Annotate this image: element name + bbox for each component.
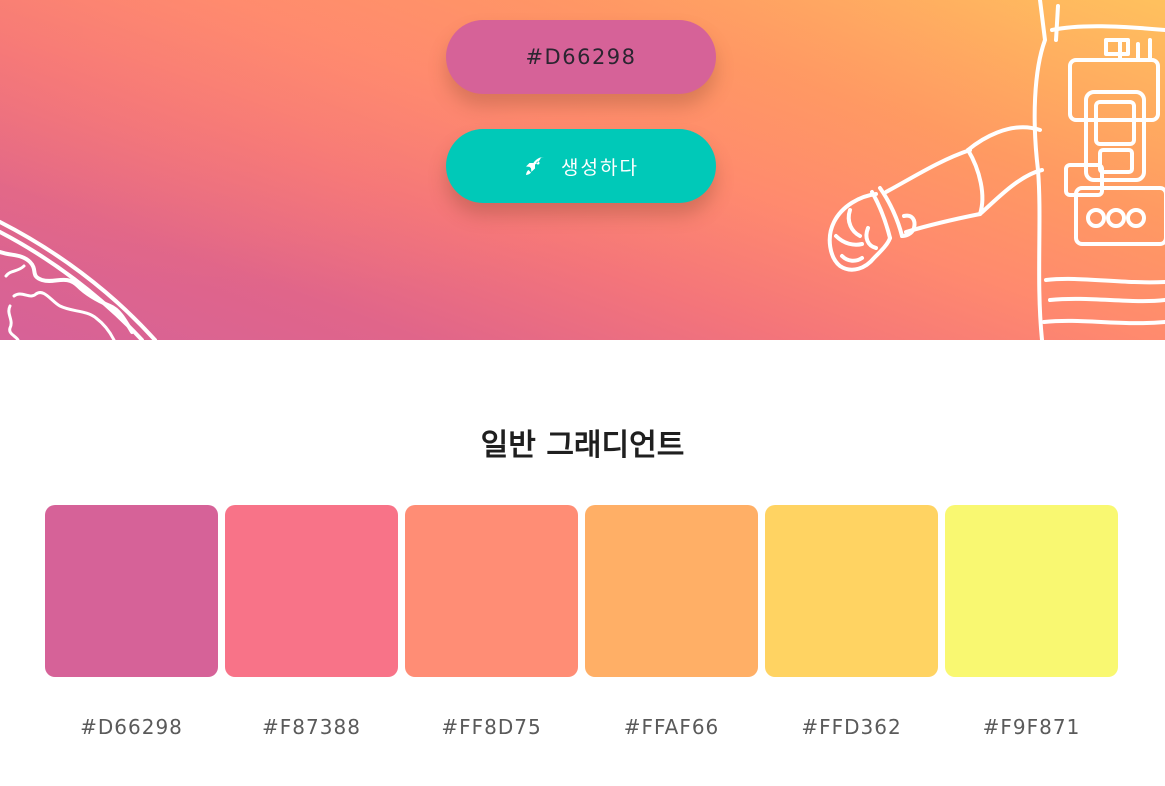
- color-swatch-4[interactable]: [585, 505, 758, 677]
- swatch-grid: #D66298 #F87388 #FF8D75 #FFAF66 #FFD362 …: [45, 505, 1120, 765]
- swatch-hex-label: #D66298: [80, 715, 183, 739]
- hero-banner: #D66298 생성하다: [0, 0, 1165, 340]
- planet-illustration: [0, 220, 157, 340]
- color-hex-input[interactable]: #D66298: [446, 20, 716, 94]
- swatch-hex-label: #F87388: [262, 715, 361, 739]
- color-swatch-2[interactable]: [225, 505, 398, 677]
- color-swatch-1[interactable]: [45, 505, 218, 677]
- generate-button[interactable]: 생성하다: [446, 129, 716, 203]
- color-swatch-5[interactable]: [765, 505, 938, 677]
- section-title: 일반 그래디언트: [480, 428, 685, 463]
- color-swatch-6[interactable]: [945, 505, 1118, 677]
- color-swatch-3[interactable]: [405, 505, 578, 677]
- generate-button-label: 생성하다: [561, 156, 639, 179]
- swatch-hex-label: #F9F871: [982, 715, 1081, 739]
- swatch-hex-label: #FFD362: [801, 715, 902, 739]
- swatch-hex-label: #FF8D75: [441, 715, 542, 739]
- swatch-hex-label: #FFAF66: [623, 715, 720, 739]
- rocket-icon: [526, 157, 545, 175]
- astronaut-illustration: [827, 0, 1165, 340]
